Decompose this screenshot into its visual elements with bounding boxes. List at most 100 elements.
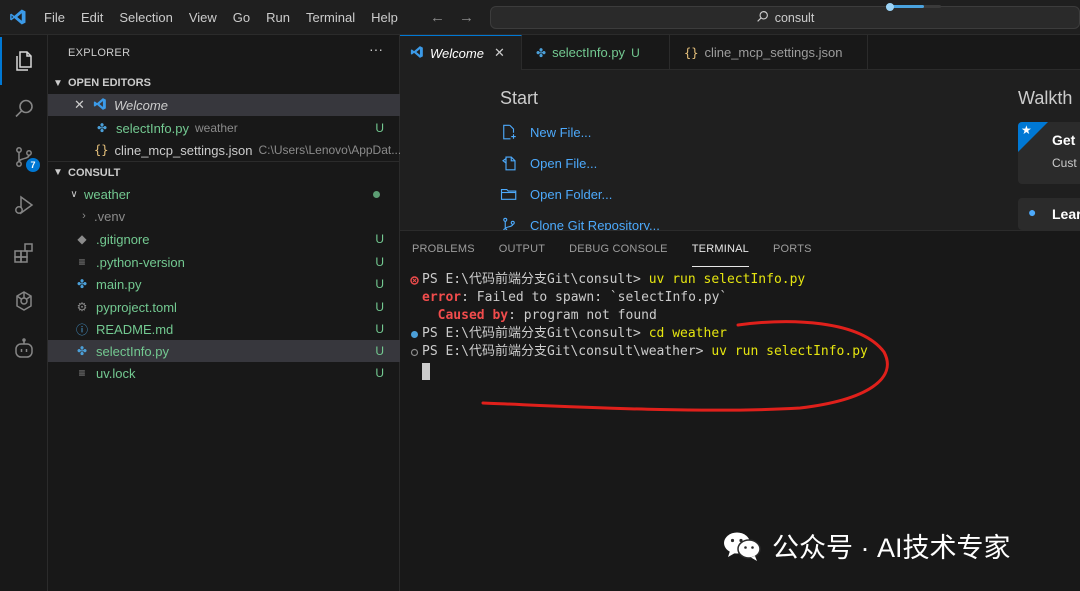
open-editor-selectinfo[interactable]: ✤ selectInfo.py weather U — [48, 117, 400, 139]
untracked-badge: U — [375, 344, 384, 358]
clone-repo-link[interactable]: Clone Git Repository... — [500, 213, 660, 230]
open-editor-label: selectInfo.py — [116, 120, 189, 136]
tab-ports[interactable]: PORTS — [773, 231, 812, 267]
terminal-prompt: PS E:\代码前端分支Git\consult\weather> — [422, 344, 712, 359]
untracked-badge: U — [375, 322, 384, 336]
link-label: Clone Git Repository... — [530, 217, 660, 231]
run-debug-icon[interactable] — [0, 181, 48, 229]
python-file-icon: ✤ — [76, 344, 88, 358]
progress-indicator-dot — [886, 3, 894, 11]
copilot-icon[interactable] — [0, 325, 48, 373]
python-file-icon: ✤ — [96, 121, 108, 135]
walkthrough-card-get-started[interactable]: ★ Get Cust — [1018, 122, 1080, 184]
tab-output[interactable]: OUTPUT — [499, 231, 545, 267]
terminal-prompt: PS E:\代码前端分支Git\consult> — [422, 272, 649, 287]
terminal-prompt: PS E:\代码前端分支Git\consult> — [422, 326, 649, 341]
tree-item-main-py[interactable]: ✤ main.py U — [48, 273, 400, 295]
tab-selectinfo[interactable]: ✤ selectInfo.py U — [522, 35, 670, 70]
card-subtitle: Cust — [1052, 156, 1077, 170]
menu-selection[interactable]: Selection — [111, 0, 180, 35]
tab-welcome[interactable]: Welcome ✕ — [400, 35, 522, 70]
search-icon — [756, 10, 769, 26]
terminal-line: error: Failed to spawn: `selectInfo.py` — [406, 289, 868, 307]
untracked-badge: U — [375, 300, 384, 314]
tab-problems[interactable]: PROBLEMS — [412, 231, 475, 267]
terminal-command: uv run selectInfo.py — [648, 272, 806, 287]
untracked-badge: U — [375, 232, 384, 246]
menu-help[interactable]: Help — [363, 0, 406, 35]
explorer-icon[interactable] — [0, 37, 48, 85]
command-center-search[interactable]: consult — [490, 6, 1080, 29]
editor-tabs: Welcome ✕ ✤ selectInfo.py U {} cline_mcp… — [400, 35, 1080, 70]
menu-run[interactable]: Run — [258, 0, 298, 35]
consult-section[interactable]: ▼ CONSULT — [48, 161, 400, 183]
json-file-icon: {} — [684, 45, 699, 60]
close-icon[interactable]: ✕ — [74, 97, 88, 113]
source-control-icon[interactable]: 7 — [0, 133, 48, 181]
menu-edit[interactable]: Edit — [73, 0, 111, 35]
tree-item-gitignore[interactable]: ◆ .gitignore U — [48, 228, 400, 250]
git-branch-icon — [500, 216, 522, 230]
tab-label: selectInfo.py — [552, 45, 626, 60]
chevron-right-icon: › — [82, 210, 86, 222]
link-label: Open File... — [530, 155, 598, 171]
progress-track — [886, 5, 941, 8]
untracked-badge: U — [375, 366, 384, 380]
star-icon: ★ — [1021, 123, 1032, 137]
source-control-badge: 7 — [26, 158, 40, 172]
consult-label: CONSULT — [68, 166, 121, 179]
lightbulb-icon: ● — [1028, 204, 1037, 220]
vscode-logo-icon — [0, 0, 36, 35]
gear-file-icon: ⚙ — [76, 300, 88, 314]
cline-icon[interactable] — [0, 277, 48, 325]
walkthrough-card-learn[interactable]: ● Lear — [1018, 198, 1080, 230]
menu-go[interactable]: Go — [225, 0, 258, 35]
untracked-badge: U — [375, 277, 384, 291]
close-icon[interactable]: ✕ — [494, 45, 505, 61]
menu-view[interactable]: View — [181, 0, 225, 35]
tree-item-python-version[interactable]: ≡ .python-version U — [48, 251, 400, 273]
start-heading: Start — [500, 88, 539, 108]
watermark-text: 公众号 · AI技术专家 — [772, 533, 1011, 563]
vscode-file-icon — [410, 45, 424, 62]
tab-debug-console[interactable]: DEBUG CONSOLE — [569, 231, 668, 267]
wechat-logo-icon — [724, 532, 761, 561]
tree-item-selectinfo[interactable]: ✤ selectInfo.py U — [48, 340, 400, 362]
card-title: Get — [1052, 132, 1076, 148]
caused-by-label: Caused by — [422, 308, 509, 323]
terminal-line: Caused by: program not found — [406, 307, 868, 325]
walkthroughs-heading: Walkth — [1018, 88, 1073, 108]
more-actions-icon[interactable]: ··· — [369, 41, 383, 57]
open-file-link[interactable]: Open File... — [500, 151, 597, 175]
back-arrow-icon[interactable]: ← — [430, 9, 445, 26]
terminal-line: PS E:\代码前端分支Git\consult> uv run selectIn… — [406, 271, 868, 289]
open-folder-link[interactable]: Open Folder... — [500, 182, 612, 206]
vscode-file-icon — [92, 97, 108, 114]
search-view-icon[interactable] — [0, 85, 48, 133]
tree-item-readme[interactable]: ⓘ README.md U — [48, 318, 400, 340]
open-editor-welcome[interactable]: ✕ Welcome — [48, 94, 400, 116]
python-file-icon: ✤ — [76, 277, 88, 291]
open-editor-cline-settings[interactable]: {} cline_mcp_settings.json C:\Users\Leno… — [48, 139, 401, 161]
forward-arrow-icon[interactable]: → — [459, 9, 474, 26]
untracked-badge: U — [375, 255, 384, 269]
link-label: Open Folder... — [530, 186, 613, 202]
menu-terminal[interactable]: Terminal — [298, 0, 363, 35]
terminal-output[interactable]: PS E:\代码前端分支Git\consult> uv run selectIn… — [406, 271, 868, 381]
new-file-link[interactable]: New File... — [500, 120, 591, 144]
extensions-icon[interactable] — [0, 229, 48, 277]
tree-item-uv-lock[interactable]: ≡ uv.lock U — [48, 362, 400, 384]
tab-terminal[interactable]: TERMINAL — [691, 231, 749, 267]
open-editors-section[interactable]: ▼ OPEN EDITORS — [48, 72, 400, 94]
tab-label: cline_mcp_settings.json — [704, 45, 843, 60]
tree-item-venv[interactable]: › .venv — [48, 205, 400, 227]
terminal-cursor-line — [406, 361, 868, 381]
tree-item-label: .venv — [94, 208, 126, 224]
menu-file[interactable]: File — [36, 0, 73, 35]
tree-item-pyproject[interactable]: ⚙ pyproject.toml U — [48, 296, 400, 318]
success-decoration-icon — [406, 330, 422, 339]
activity-bar: 7 — [0, 35, 48, 591]
folder-weather[interactable]: ∨ weather — [48, 183, 400, 205]
explorer-sidebar: EXPLORER ··· ▼ OPEN EDITORS ✕ Welcome ✤ … — [48, 35, 401, 591]
tab-cline-settings[interactable]: {} cline_mcp_settings.json — [670, 35, 868, 70]
